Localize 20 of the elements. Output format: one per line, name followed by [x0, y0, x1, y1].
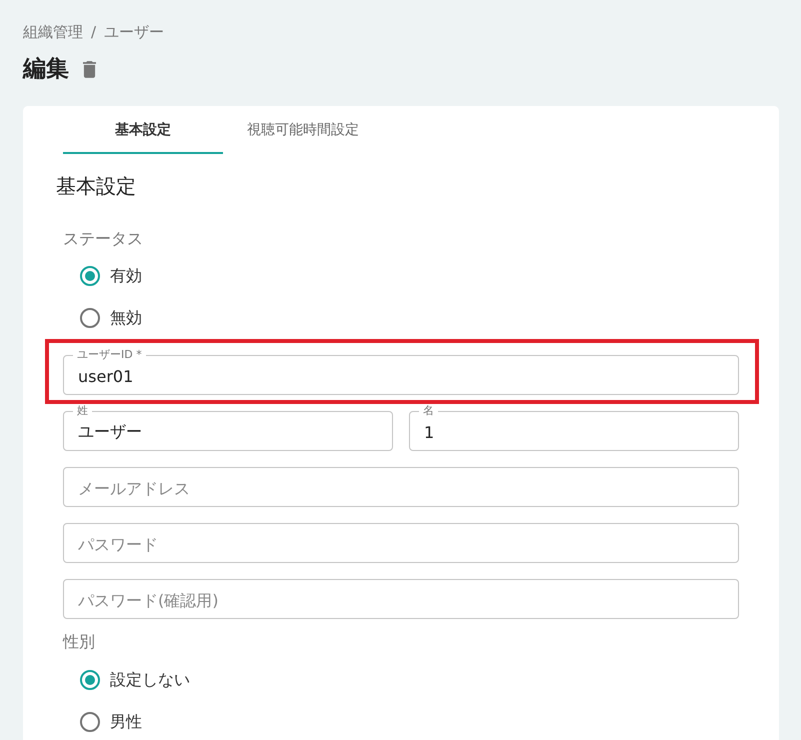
breadcrumb-current: ユーザー: [104, 22, 164, 43]
radio-option[interactable]: 有効: [63, 255, 142, 297]
page-title: 編集: [23, 55, 69, 84]
breadcrumb-separator: /: [91, 22, 96, 43]
section-title: 基本設定: [56, 173, 137, 200]
group-label: ステータス: [63, 228, 144, 250]
field-label: 姓: [73, 404, 92, 418]
tab[interactable]: 視聴可能時間設定: [223, 106, 383, 154]
field-label: ユーザーID *: [73, 348, 146, 362]
input-field[interactable]: パスワード(確認用): [63, 579, 739, 619]
group-label: 性別: [63, 631, 96, 653]
breadcrumb-link[interactable]: 組織管理: [23, 21, 83, 43]
tab[interactable]: 基本設定: [63, 106, 223, 154]
trash-icon[interactable]: [83, 60, 96, 78]
input-field[interactable]: メールアドレス: [63, 467, 739, 507]
radio-option[interactable]: 男性: [63, 701, 142, 740]
input-field[interactable]: パスワード: [63, 523, 739, 563]
radio-option[interactable]: 設定しない: [63, 659, 190, 701]
field-label: 名: [419, 404, 438, 418]
radio-option[interactable]: 無効: [63, 297, 142, 339]
